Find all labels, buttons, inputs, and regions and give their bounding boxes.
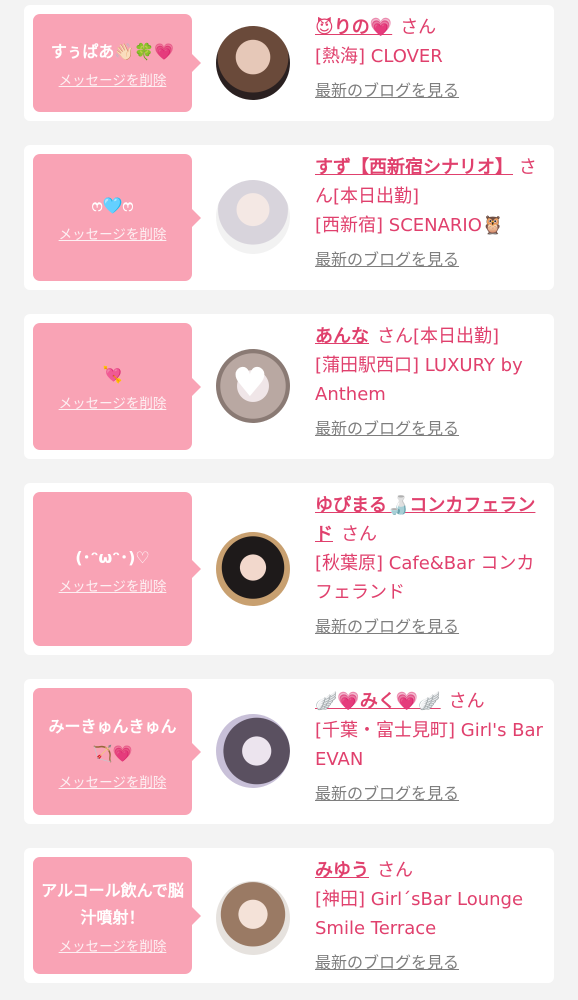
cast-card: みーきゅんきゅん🏹💗 メッセージを削除 🪽💗みく💗🪽 さん [千葉・富士見町] G… <box>24 679 554 824</box>
delete-message-link[interactable]: メッセージを削除 <box>59 575 167 595</box>
status-text: [本日出勤] <box>413 326 500 347</box>
delete-message-link[interactable]: メッセージを削除 <box>59 935 167 955</box>
store-name: [神田] Girl´sBar Lounge Smile Terrace <box>315 889 524 939</box>
cast-name-link[interactable]: みゆう <box>315 860 369 881</box>
avatar[interactable] <box>216 881 290 955</box>
san-label: さん <box>377 326 413 347</box>
latest-blog-link[interactable]: 最新のブログを見る <box>315 612 545 641</box>
san-label: さん <box>377 860 413 881</box>
cast-info: 😈りの💗 さん [熱海] CLOVER 最新のブログを見る <box>315 13 545 105</box>
san-label: さん <box>341 524 377 545</box>
delete-message-link[interactable]: メッセージを削除 <box>59 223 167 243</box>
cast-info: みゆう さん [神田] Girl´sBar Lounge Smile Terrac… <box>315 856 545 977</box>
avatar[interactable] <box>216 532 290 606</box>
store-name: [熱海] CLOVER <box>315 46 443 67</box>
message-bubble: すぅぱあ👋🏻🍀💗 メッセージを削除 <box>33 14 201 112</box>
cast-name-link[interactable]: あんな <box>315 326 369 347</box>
avatar[interactable] <box>216 180 290 254</box>
store-name: [蒲田駅西口] LUXURY by Anthem <box>315 355 523 405</box>
latest-blog-link[interactable]: 最新のブログを見る <box>315 414 545 443</box>
message-text: みーきゅんきゅん🏹💗 <box>48 716 177 763</box>
store-name: [秋葉原] Cafe&Bar コンカフェランド <box>315 553 535 603</box>
latest-blog-link[interactable]: 最新のブログを見る <box>315 948 545 977</box>
cast-name-link[interactable]: 😈りの💗 <box>315 17 392 38</box>
avatar[interactable] <box>216 714 290 788</box>
latest-blog-link[interactable]: 最新のブログを見る <box>315 76 545 105</box>
delete-message-link[interactable]: メッセージを削除 <box>59 771 167 791</box>
latest-blog-link[interactable]: 最新のブログを見る <box>315 245 545 274</box>
cast-info: すず【西新宿シナリオ】 さん[本日出勤] [西新宿] SCENARIO🦉 最新の… <box>315 153 545 274</box>
message-text: すぅぱあ👋🏻🍀💗 <box>50 41 175 61</box>
heart-icon: ♥ <box>232 360 268 406</box>
cast-info: あんな さん[本日出勤] [蒲田駅西口] LUXURY by Anthem 最新の… <box>315 322 545 443</box>
message-bubble: ෆ🩵ෆ メッセージを削除 <box>33 154 201 281</box>
message-bubble: 💘 メッセージを削除 <box>33 323 201 450</box>
cast-name-link[interactable]: 🪽💗みく💗🪽 <box>315 691 441 712</box>
san-label: さん <box>448 691 485 712</box>
cast-card: アルコール飲んで脳汁噴射！ メッセージを削除 みゆう さん [神田] Girl´s… <box>24 848 554 983</box>
store-name: [西新宿] SCENARIO🦉 <box>315 215 505 236</box>
status-text: [本日出勤] <box>333 186 420 207</box>
avatar[interactable]: ♥ <box>216 349 290 423</box>
delete-message-link[interactable]: メッセージを削除 <box>59 392 167 412</box>
san-label: さん <box>400 17 437 38</box>
delete-message-link[interactable]: メッセージを削除 <box>59 69 167 89</box>
cast-info: 🪽💗みく💗🪽 さん [千葉・富士見町] Girl's Bar EVAN 最新のブロ… <box>315 687 545 808</box>
cast-info: ゆぴまる🍶コンカフェランド さん [秋葉原] Cafe&Bar コンカフェランド … <box>315 491 545 641</box>
avatar[interactable] <box>216 26 290 100</box>
latest-blog-link[interactable]: 最新のブログを見る <box>315 779 545 808</box>
cast-card: すぅぱあ👋🏻🍀💗 メッセージを削除 😈りの💗 さん [熱海] CLOVER 最新の… <box>24 5 554 121</box>
message-text: アルコール飲んで脳汁噴射！ <box>41 880 184 927</box>
cast-card: 💘 メッセージを削除 ♥ あんな さん[本日出勤] [蒲田駅西口] LUXURY … <box>24 314 554 459</box>
message-bubble: (･ᵔωᵔ･)♡ メッセージを削除 <box>33 492 201 646</box>
message-text: 💘 <box>102 365 123 384</box>
message-text: (･ᵔωᵔ･)♡ <box>75 547 150 567</box>
message-bubble: アルコール飲んで脳汁噴射！ メッセージを削除 <box>33 857 201 974</box>
cast-card: ෆ🩵ෆ メッセージを削除 すず【西新宿シナリオ】 さん[本日出勤] [西新宿] … <box>24 145 554 290</box>
cast-name-link[interactable]: すず【西新宿シナリオ】 <box>315 157 513 178</box>
cast-card: (･ᵔωᵔ･)♡ メッセージを削除 ゆぴまる🍶コンカフェランド さん [秋葉原] … <box>24 483 554 655</box>
message-bubble: みーきゅんきゅん🏹💗 メッセージを削除 <box>33 688 201 815</box>
message-text: ෆ🩵ෆ <box>91 196 134 215</box>
store-name: [千葉・富士見町] Girl's Bar EVAN <box>315 720 543 770</box>
